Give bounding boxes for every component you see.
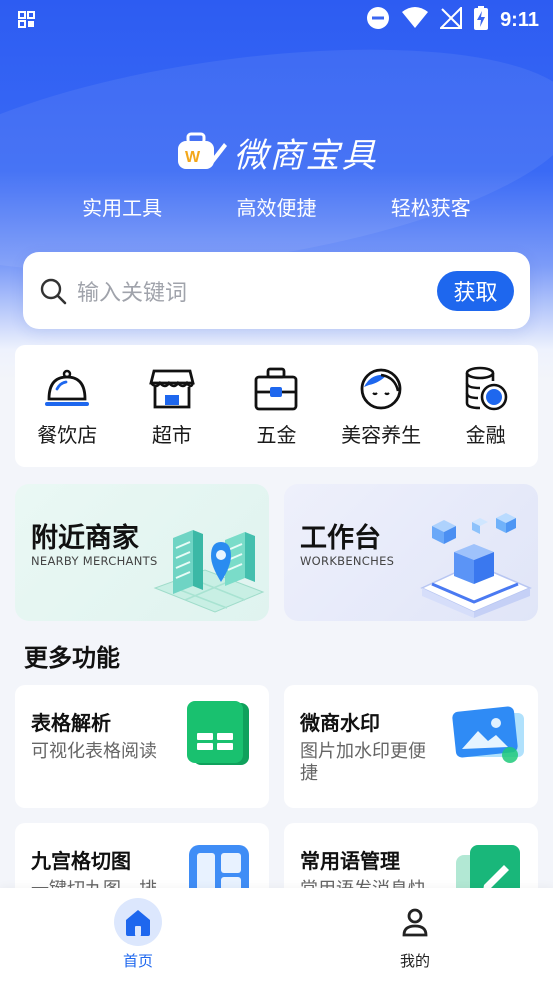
tool-name: 九宫格切图 <box>31 849 131 873</box>
toolbox-icon <box>255 367 298 410</box>
slogan-item: 轻松获客 <box>390 196 471 220</box>
category-restaurant[interactable]: 餐饮店 <box>17 365 117 448</box>
category-label: 超市 <box>151 422 192 447</box>
apps-grid-icon <box>18 10 36 34</box>
tool-name: 常用语管理 <box>300 849 400 873</box>
status-time: 9:11 <box>500 9 539 31</box>
category-bar: 餐饮店 超市 五金 美容养生 金融 <box>15 345 538 467</box>
category-label: 五金 <box>256 422 297 447</box>
cloche-icon <box>45 369 90 406</box>
category-beauty[interactable]: 美容养生 <box>331 365 431 448</box>
tab-mine[interactable]: 我的 <box>355 898 475 971</box>
get-button[interactable]: 获取 <box>437 270 514 311</box>
tab-home[interactable]: 首页 <box>78 898 198 971</box>
battery-charging-icon <box>474 6 489 35</box>
category-finance[interactable]: 金融 <box>436 365 536 448</box>
coins-icon <box>465 366 507 410</box>
search-input[interactable]: 输入关键词 <box>77 275 437 307</box>
user-icon <box>402 908 428 937</box>
tool-watermark[interactable]: 微商水印 图片加水印更便捷 <box>284 685 538 808</box>
category-label: 金融 <box>465 422 506 447</box>
category-label: 美容养生 <box>341 422 422 447</box>
no-signal-icon <box>438 5 463 34</box>
app-logo: W 微商宝具 <box>0 128 553 177</box>
woman-face-icon <box>360 368 402 409</box>
svg-text:W: W <box>185 149 201 166</box>
cube-platform-icon <box>420 513 532 618</box>
toolbox-logo-icon: W <box>177 132 227 169</box>
feature-title: 附近商家 <box>31 523 139 554</box>
tool-name: 微商水印 <box>300 711 380 735</box>
do-not-disturb-icon <box>366 6 390 35</box>
slogan-row: 实用工具 高效便捷 轻松获客 <box>0 192 553 221</box>
slogan-item: 实用工具 <box>82 196 163 220</box>
category-supermarket[interactable]: 超市 <box>122 365 222 448</box>
feature-subtitle: WORKBENCHES <box>300 554 395 568</box>
app-name: 微商宝具 <box>233 136 378 176</box>
search-bar[interactable]: 输入关键词 获取 <box>23 252 530 329</box>
feature-subtitle: NEARBY MERCHANTS <box>31 554 158 568</box>
tool-name: 表格解析 <box>31 711 111 735</box>
tool-table-parse[interactable]: 表格解析 可视化表格阅读 <box>15 685 269 808</box>
wifi-icon <box>402 7 429 34</box>
category-label: 餐饮店 <box>37 422 98 447</box>
category-hardware[interactable]: 五金 <box>226 365 326 448</box>
tool-desc: 图片加水印更便捷 <box>300 741 426 784</box>
tab-label: 我的 <box>399 952 430 970</box>
home-icon <box>126 910 150 936</box>
slogan-item: 高效便捷 <box>236 196 317 220</box>
image-watermark-icon <box>452 706 524 763</box>
workbench-card[interactable]: 工作台 WORKBENCHES <box>284 484 538 621</box>
city-map-pin-icon <box>153 530 265 613</box>
store-icon <box>149 369 195 408</box>
feature-title: 工作台 <box>300 523 381 554</box>
spreadsheet-icon <box>187 701 249 765</box>
status-bar: 9:11 <box>0 0 553 38</box>
more-features-title: 更多功能 <box>24 644 120 672</box>
tool-desc: 可视化表格阅读 <box>31 741 157 762</box>
tab-label: 首页 <box>122 952 153 970</box>
bottom-tab-bar: 首页 我的 <box>0 888 553 983</box>
search-icon <box>40 278 67 304</box>
nearby-merchants-card[interactable]: 附近商家 NEARBY MERCHANTS <box>15 484 269 621</box>
